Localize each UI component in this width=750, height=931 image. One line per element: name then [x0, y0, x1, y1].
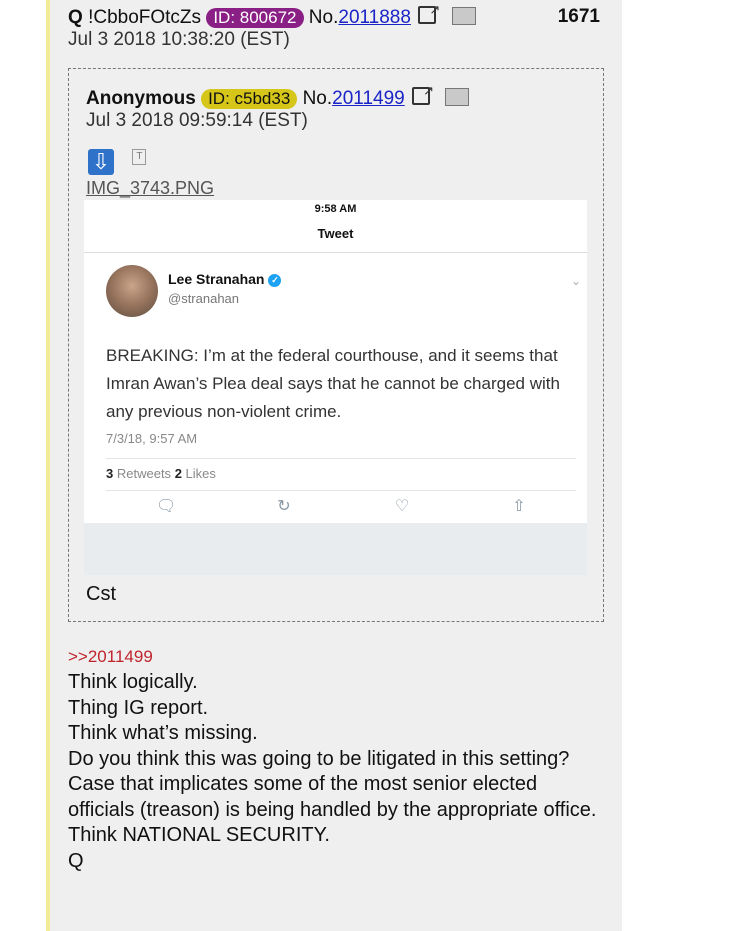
post-index-number: 1671 [557, 6, 600, 27]
retweets-count: 3 [106, 466, 114, 481]
post-number-link[interactable]: 2011888 [338, 7, 411, 28]
post-no-prefix: No. [308, 7, 339, 28]
post-author: Q [68, 7, 83, 28]
quoted-no-prefix: No. [302, 88, 333, 109]
tweet-stats: 3 Retweets 2 Likes [106, 466, 216, 481]
avatar [106, 265, 158, 317]
quoted-number-link[interactable]: 2011499 [332, 88, 405, 109]
post-id-badge[interactable]: ID: 800672 [206, 8, 304, 28]
reply-body: >>2011499 Think logically. Thing IG repo… [68, 646, 608, 874]
post-header: Q !CbboFOtcZs ID: 800672 No.2011888 Jul … [68, 0, 608, 51]
quoted-post: Anonymous ID: c5bd33 No.2011499 Jul 3 20… [68, 68, 604, 622]
like-icon: ♡ [394, 498, 410, 515]
external-link-icon[interactable] [412, 80, 434, 105]
reply-line: Q [68, 849, 84, 872]
reply-icon: 🗨 [156, 498, 177, 515]
reply-line: Case that implicates some of the most se… [68, 773, 597, 821]
post-container: Q !CbboFOtcZs ID: 800672 No.2011888 Jul … [50, 0, 622, 931]
tweet-timestamp: 7/3/18, 9:57 AM [106, 431, 198, 446]
reply-line: Think what’s missing. [68, 722, 258, 744]
attachment-filename[interactable]: IMG_3743.PNG [86, 178, 214, 199]
reply-line: Thing IG report. [68, 696, 209, 719]
likes-label: Likes [185, 466, 216, 481]
backlink[interactable]: >>2011499 [68, 646, 608, 668]
post-tripcode: !CbboFOtcZs [88, 7, 202, 28]
retweet-icon: ↻ [277, 498, 291, 515]
tweet-author-name: Lee Stranahan ✓ [168, 271, 282, 287]
folder-icon[interactable] [445, 88, 470, 106]
tweet-text: BREAKING: I’m at the federal courthouse,… [106, 346, 560, 421]
divider [106, 490, 576, 491]
reply-line: Think logically. [68, 671, 198, 693]
quoted-header: Anonymous ID: c5bd33 No.2011499 Jul 3 20… [86, 80, 470, 132]
retweets-label: Retweets [116, 466, 172, 481]
status-bar-time: 9:58 AM [314, 203, 357, 215]
quoted-id-badge[interactable]: ID: c5bd33 [201, 89, 298, 109]
tweet-screenshot[interactable]: 9:58 AM Tweet Lee Stranahan ✓ @stranahan … [84, 200, 587, 575]
external-link-icon[interactable] [418, 0, 440, 24]
text-file-icon[interactable]: T [132, 149, 147, 165]
share-icon: ⇧ [512, 498, 526, 515]
screenshot-bottom-strip [84, 523, 587, 575]
divider [84, 252, 587, 253]
quoted-author: Anonymous [86, 88, 196, 109]
quoted-date: Jul 3 2018 09:59:14 (EST) [86, 110, 308, 131]
tweet-author-handle: @stranahan [168, 291, 240, 306]
tweet-actions: 🗨 ↻ ♡ ⇧ [84, 496, 587, 518]
likes-count: 2 [174, 466, 182, 481]
chevron-down-icon: ⌄ [570, 274, 581, 288]
post-date: Jul 3 2018 10:38:20 (EST) [68, 29, 290, 50]
download-icon[interactable]: ⇩ [88, 149, 114, 175]
folder-icon[interactable] [451, 7, 476, 25]
reply-line: Do you think this was going to be litiga… [68, 747, 570, 770]
quoted-caption: Cst [86, 583, 116, 605]
reply-line: Think NATIONAL SECURITY. [68, 824, 330, 846]
tweet-screen-title: Tweet [317, 226, 354, 241]
verified-icon: ✓ [268, 274, 282, 287]
file-icons: ⇩ T [88, 149, 147, 175]
divider [106, 458, 576, 459]
